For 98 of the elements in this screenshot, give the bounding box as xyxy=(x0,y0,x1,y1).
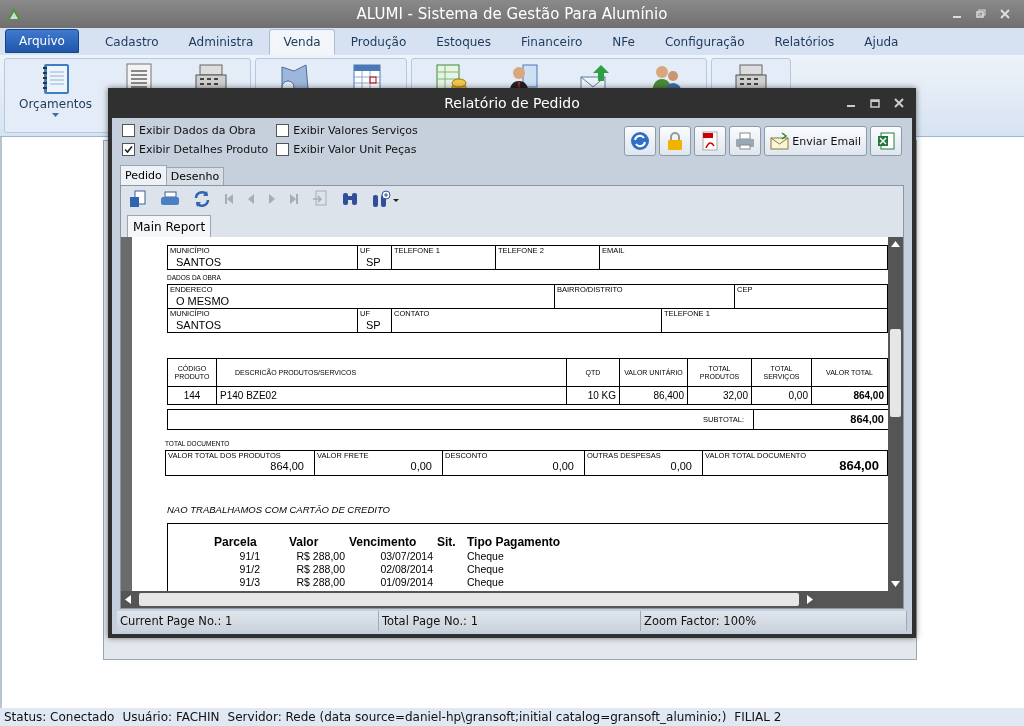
field-value: 864,00 xyxy=(270,460,305,472)
status-text: Current Page No.: 1 xyxy=(117,611,379,631)
field-value: SP xyxy=(365,256,382,268)
export-icon[interactable] xyxy=(129,190,147,208)
menu-tab[interactable]: NFe xyxy=(598,29,649,55)
table-cell: 0,00 xyxy=(752,387,812,404)
field-value: 864,00 xyxy=(839,460,880,472)
status-text: Status: Conectado xyxy=(4,710,115,724)
table-cell: 10 KG xyxy=(567,387,620,404)
table-cell-text: R$ 288,00 xyxy=(295,550,346,563)
table-cell-text: 02/08/2014 xyxy=(379,563,434,576)
printer-icon xyxy=(735,132,756,150)
menu-tab[interactable]: Cadastro xyxy=(90,29,173,55)
refresh-button[interactable] xyxy=(624,126,657,156)
restore-icon[interactable] xyxy=(976,9,986,19)
status-text: Servidor: Rede (data source=daniel-hp\gransoft;initial catalog=gransoft_aluminio;) xyxy=(227,710,727,724)
horizontal-scrollbar[interactable] xyxy=(121,591,903,608)
close-icon[interactable] xyxy=(894,98,904,108)
binoculars-icon[interactable] xyxy=(341,191,359,207)
status-text: Usuário: FACHIN xyxy=(122,710,220,724)
column-header: Vencimento xyxy=(349,534,418,550)
ribbon-button-label[interactable]: Orçamentos xyxy=(19,97,93,111)
field-value: 0,00 xyxy=(670,460,693,472)
checkbox[interactable] xyxy=(276,124,290,137)
table-cell: P140 BZE02 xyxy=(217,387,567,404)
checkbox-label: Exibir Detalhes Produto xyxy=(139,143,269,156)
table-cell: 86,400 xyxy=(620,387,688,404)
table-cell-text: Cheque xyxy=(467,550,505,563)
menu-tab[interactable]: Configuração xyxy=(650,29,759,55)
menu-tab[interactable]: Administra xyxy=(174,29,268,55)
email-button[interactable]: Enviar Email xyxy=(764,126,867,156)
menu-tab[interactable]: Ajuda xyxy=(850,29,913,55)
status-text: Total Page No.: 1 xyxy=(379,611,641,631)
zoom-icon[interactable] xyxy=(372,190,400,208)
lock-icon xyxy=(666,131,685,151)
dialog-title: Relatório de Pedido xyxy=(444,95,580,111)
lock-button[interactable] xyxy=(659,126,692,156)
refresh-icon xyxy=(630,131,651,151)
checkbox-label: Exibir Dados da Obra xyxy=(139,124,256,137)
field-value: SANTOS xyxy=(175,319,223,331)
table-cell: 144 xyxy=(168,387,217,404)
checkbox-label: Exibir Valor Unit Peças xyxy=(293,143,417,156)
menu-tab[interactable]: Venda xyxy=(269,29,335,55)
print-button[interactable] xyxy=(729,126,762,156)
maximize-icon[interactable] xyxy=(870,98,880,108)
field-value: O MESMO xyxy=(175,295,231,307)
scroll-right-icon[interactable] xyxy=(807,595,813,604)
checkbox[interactable] xyxy=(122,124,135,137)
caret-icon[interactable] xyxy=(52,113,59,117)
scroll-left-icon[interactable] xyxy=(125,595,131,604)
vertical-scrollbar[interactable] xyxy=(888,237,903,591)
printer-icon[interactable] xyxy=(160,191,180,207)
table-cell-text: Cheque xyxy=(467,563,505,576)
menu-tab[interactable]: Produção xyxy=(336,29,421,55)
table-cell-text: 03/07/2014 xyxy=(379,550,434,563)
excel-button[interactable] xyxy=(870,126,902,156)
status-text: Zoom Factor: 100% xyxy=(641,611,907,631)
pdf-icon xyxy=(701,131,720,151)
table-cell-text: 91/3 xyxy=(238,576,261,589)
notebook-icon[interactable] xyxy=(40,63,71,95)
column-header: Sit. xyxy=(437,534,457,550)
checkbox-label: Exibir Valores Serviços xyxy=(293,124,418,137)
table-cell-text: R$ 288,00 xyxy=(295,563,346,576)
scroll-up-icon[interactable] xyxy=(891,241,900,247)
scroll-down-icon[interactable] xyxy=(891,581,900,587)
status-text: FILIAL 2 xyxy=(734,710,782,724)
spreadsheet-icon xyxy=(877,132,895,150)
scrollbar-thumb[interactable] xyxy=(139,593,799,606)
report-tab[interactable]: Main Report xyxy=(127,215,212,237)
table-cell: 32,00 xyxy=(688,387,752,404)
field-value: 0,00 xyxy=(552,460,575,472)
menu-tab[interactable]: Relatórios xyxy=(760,29,849,55)
tab[interactable]: Desenho xyxy=(165,167,225,185)
table-cell-text: R$ 288,00 xyxy=(295,576,346,589)
scrollbar-thumb[interactable] xyxy=(890,329,901,417)
menu-tab[interactable]: Financeiro xyxy=(507,29,597,55)
field-value: SANTOS xyxy=(175,256,223,268)
column-header: Parcela xyxy=(214,534,258,550)
column-header: Tipo Pagamento xyxy=(467,534,562,550)
menu-tab[interactable]: Estoques xyxy=(422,29,505,55)
window-title: ALUMI - Sistema de Gestão Para Alumínio xyxy=(356,5,668,23)
table-cell-text: 91/2 xyxy=(238,563,261,576)
pdf-button[interactable] xyxy=(694,126,727,156)
field-value: 0,00 xyxy=(410,460,433,472)
note-text: NAO TRABALHAMOS COM CARTÃO DE CREDITO xyxy=(167,504,391,515)
refresh-icon[interactable] xyxy=(193,190,211,208)
table-cell-text: 91/1 xyxy=(238,550,261,563)
envelope-icon xyxy=(770,132,791,150)
app-logo-icon xyxy=(6,7,22,21)
table-cell-text: Cheque xyxy=(467,576,505,589)
column-header: Valor xyxy=(288,534,320,550)
subtotal-value: 864,00 xyxy=(849,412,885,427)
checkbox[interactable] xyxy=(122,143,135,156)
field-value: SP xyxy=(365,319,382,331)
tab[interactable]: Pedido xyxy=(120,165,167,185)
table-cell-text: 01/09/2014 xyxy=(379,576,434,589)
app-menu-button[interactable]: Arquivo xyxy=(5,29,79,53)
checkbox[interactable] xyxy=(276,143,290,156)
